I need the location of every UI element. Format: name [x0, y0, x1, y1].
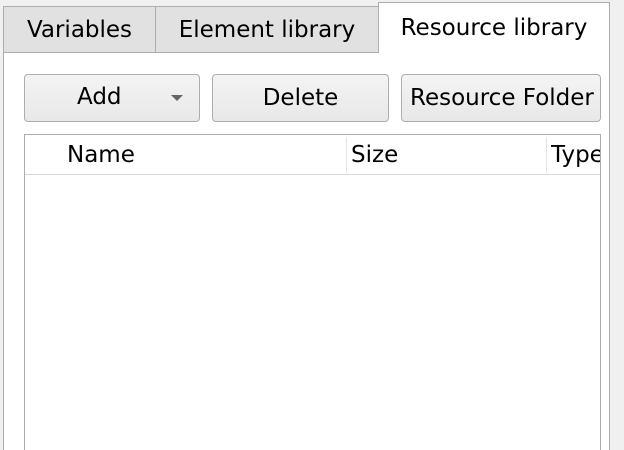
- resource-list[interactable]: Name Size Type: [24, 134, 601, 450]
- column-header-label: Name: [67, 142, 135, 168]
- column-header-type[interactable]: Type: [547, 135, 601, 175]
- resource-folder-button-label: Resource Folder: [410, 85, 594, 111]
- column-header-label: Size: [351, 142, 399, 168]
- add-button-label: Add: [77, 84, 122, 110]
- column-header-size[interactable]: Size: [347, 135, 547, 175]
- add-button[interactable]: Add: [24, 74, 200, 122]
- tab-variables[interactable]: Variables: [3, 6, 156, 52]
- resource-panel-window: Variables Element library Resource libra…: [0, 0, 624, 450]
- resource-folder-button[interactable]: Resource Folder: [401, 74, 601, 122]
- column-header-label: Type: [551, 142, 601, 168]
- column-header-name[interactable]: Name: [25, 135, 347, 175]
- tab-element-library[interactable]: Element library: [155, 6, 379, 52]
- tab-label: Variables: [26, 16, 133, 43]
- list-header: Name Size Type: [25, 135, 600, 175]
- chevron-down-icon[interactable]: [171, 95, 183, 101]
- tab-label: Resource library: [400, 15, 588, 41]
- tab-resource-library[interactable]: Resource library: [378, 2, 610, 53]
- tab-label: Element library: [178, 16, 356, 43]
- delete-button-label: Delete: [262, 85, 339, 111]
- list-body[interactable]: [25, 176, 600, 450]
- delete-button[interactable]: Delete: [212, 74, 389, 122]
